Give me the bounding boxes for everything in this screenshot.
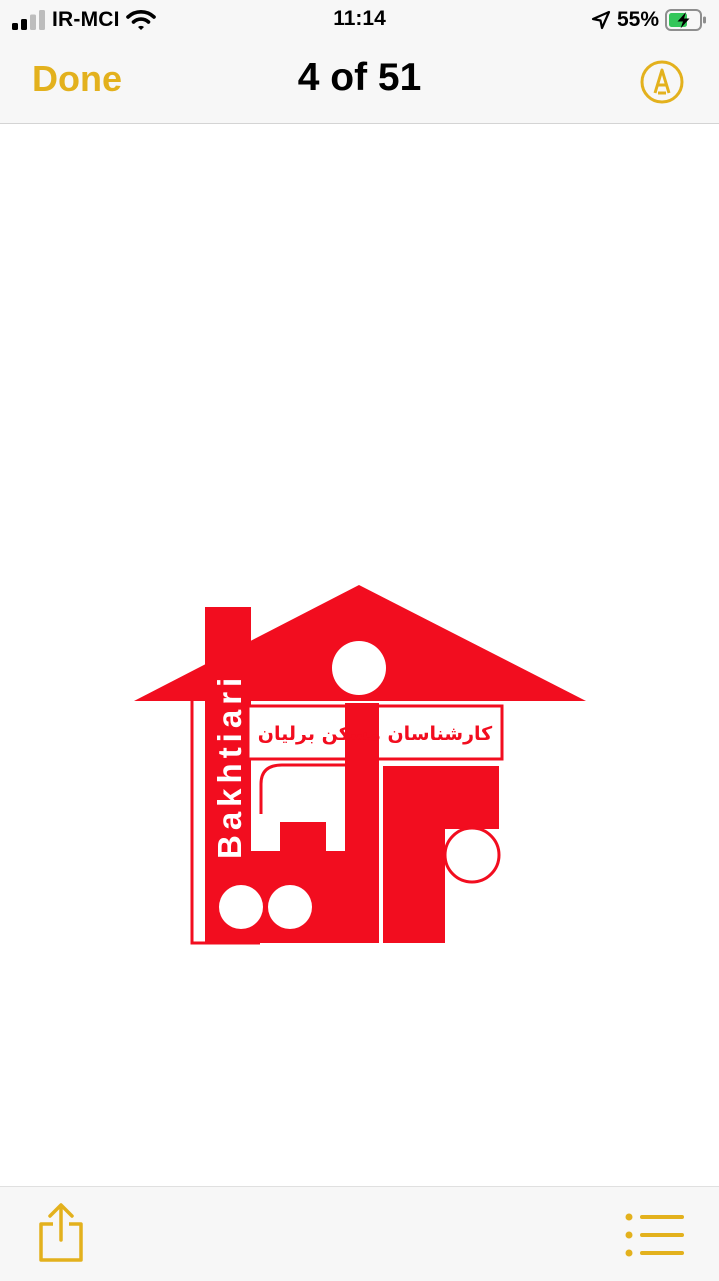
list-icon <box>625 1213 684 1257</box>
markup-button[interactable] <box>638 58 686 106</box>
list-button[interactable] <box>624 1212 686 1258</box>
battery-percent: 55% <box>616 8 659 31</box>
image-viewer[interactable]: Bakhtiari کارشناسان مسکن برلیان <box>0 124 719 1186</box>
bottom-toolbar <box>0 1186 719 1281</box>
location-arrow-icon <box>591 10 611 30</box>
share-icon <box>39 1203 83 1262</box>
navigation-bar: Done 4 of 51 <box>0 40 719 124</box>
battery-charging-icon <box>665 9 706 31</box>
logo-vertical-text: Bakhtiari <box>211 673 248 859</box>
done-button[interactable]: Done <box>32 58 122 100</box>
status-right: 55% <box>591 7 707 33</box>
share-button[interactable] <box>34 1202 88 1264</box>
markup-pen-icon <box>640 60 684 104</box>
status-bar: IR-MCI 11:14 55% <box>0 0 719 40</box>
bakhtiari-logo-image: Bakhtiari کارشناسان مسکن برلیان <box>134 585 586 945</box>
logo-persian-text: کارشناسان مسکن برلیان <box>258 723 493 745</box>
